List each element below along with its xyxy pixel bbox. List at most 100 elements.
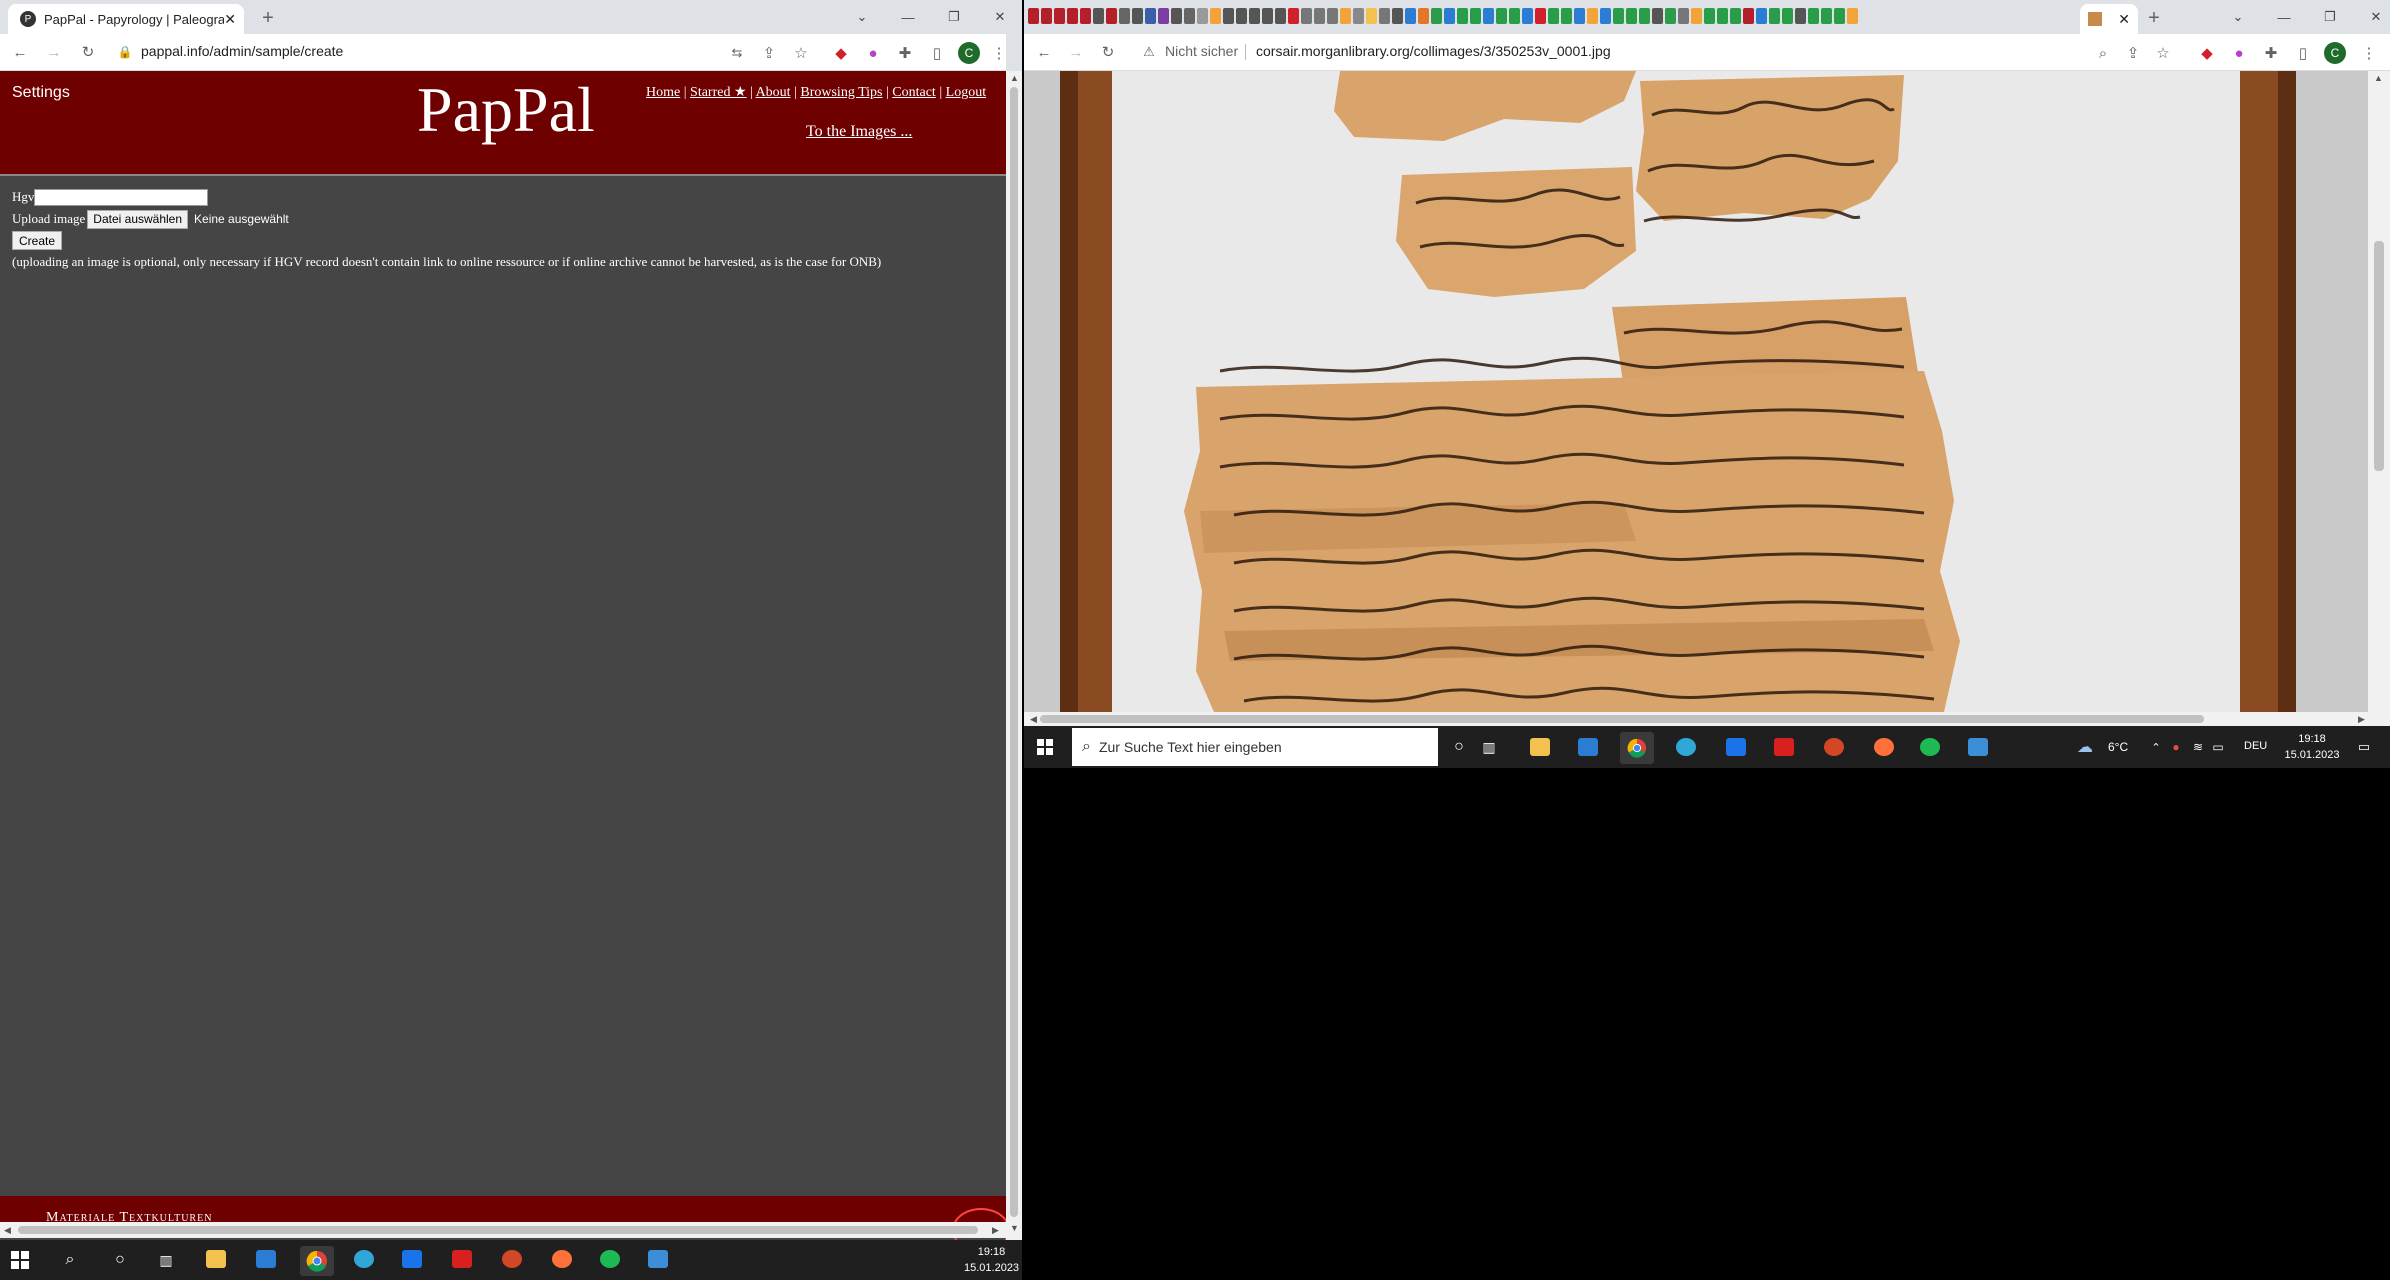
extensions-puzzle-icon[interactable]: ✚ bbox=[894, 42, 916, 64]
battery-icon[interactable]: ▭ bbox=[2210, 738, 2226, 756]
tab-favicon[interactable] bbox=[1444, 8, 1455, 24]
tab-favicon[interactable] bbox=[1093, 8, 1104, 24]
tab-favicon[interactable] bbox=[1821, 8, 1832, 24]
tab-favicon[interactable] bbox=[1054, 8, 1065, 24]
security-status[interactable]: Nicht sicher bbox=[1165, 43, 1238, 59]
tab-close-icon[interactable]: ✕ bbox=[224, 11, 236, 28]
nav-browsing-tips[interactable]: Browsing Tips bbox=[800, 85, 882, 100]
settings-link[interactable]: Settings bbox=[12, 84, 70, 102]
scroll-right-arrow[interactable]: ▶ bbox=[2358, 714, 2365, 725]
mail-icon[interactable] bbox=[402, 1250, 422, 1268]
tab-favicon[interactable] bbox=[1418, 8, 1429, 24]
nav-about[interactable]: About bbox=[756, 85, 791, 100]
tab-favicon[interactable] bbox=[1327, 8, 1338, 24]
tab-favicon[interactable] bbox=[1561, 8, 1572, 24]
tab-favicon[interactable] bbox=[1080, 8, 1091, 24]
share-icon[interactable]: ⇪ bbox=[758, 42, 780, 64]
tab-pappal[interactable]: P PapPal - Papyrology | Paleography ✕ bbox=[8, 4, 244, 34]
restore-icon[interactable]: ❐ bbox=[942, 6, 966, 28]
onedrive-icon[interactable]: ● bbox=[2168, 738, 2184, 756]
scroll-thumb[interactable] bbox=[1010, 87, 1018, 1217]
menu-icon[interactable]: ⋮ bbox=[2358, 42, 2380, 64]
tab-favicon[interactable] bbox=[1106, 8, 1117, 24]
tab-favicon[interactable] bbox=[1626, 8, 1637, 24]
tab-favicon[interactable] bbox=[1691, 8, 1702, 24]
powerpoint-icon[interactable] bbox=[502, 1250, 522, 1268]
tab-favicon[interactable] bbox=[1314, 8, 1325, 24]
acrobat-icon[interactable] bbox=[452, 1250, 472, 1268]
back-icon[interactable]: ← bbox=[8, 40, 32, 64]
cortana-icon[interactable]: ○ bbox=[108, 1250, 132, 1270]
tab-search-icon[interactable]: ⌄ bbox=[2226, 6, 2250, 28]
tab-favicon[interactable] bbox=[1847, 8, 1858, 24]
choose-file-button[interactable]: Datei auswählen bbox=[87, 209, 189, 229]
horizontal-scrollbar[interactable]: ◀ ▶ bbox=[0, 1222, 1006, 1238]
tab-search-icon[interactable]: ⌄ bbox=[850, 6, 874, 28]
address-bar[interactable]: pappal.info/admin/sample/create bbox=[141, 43, 343, 59]
spotify-icon[interactable] bbox=[600, 1250, 620, 1268]
tab-favicon[interactable] bbox=[1067, 8, 1078, 24]
scroll-thumb[interactable] bbox=[2374, 241, 2384, 471]
tab-favicon[interactable] bbox=[1795, 8, 1806, 24]
right-vertical-scrollbar[interactable]: ▲ bbox=[2368, 71, 2390, 712]
side-panel-icon[interactable]: ▯ bbox=[2292, 42, 2314, 64]
forward-icon[interactable]: → bbox=[42, 40, 66, 64]
tab-favicon[interactable] bbox=[1158, 8, 1169, 24]
tab-favicon[interactable] bbox=[1522, 8, 1533, 24]
tab-favicon[interactable] bbox=[1678, 8, 1689, 24]
pappal-logo[interactable]: PapPal bbox=[417, 73, 595, 147]
tab-favicon[interactable] bbox=[1457, 8, 1468, 24]
weather-temperature[interactable]: 6°C bbox=[2108, 740, 2128, 754]
tab-favicon[interactable] bbox=[1743, 8, 1754, 24]
profile-avatar[interactable]: C bbox=[958, 42, 980, 64]
scroll-left-arrow[interactable]: ◀ bbox=[1030, 714, 1037, 725]
tab-favicon[interactable] bbox=[1782, 8, 1793, 24]
scroll-right-arrow[interactable]: ▶ bbox=[992, 1225, 999, 1236]
zoom-icon[interactable]: ⌕ bbox=[2092, 42, 2114, 64]
tab-favicon[interactable] bbox=[1379, 8, 1390, 24]
tab-favicon[interactable] bbox=[1470, 8, 1481, 24]
tab-favicon[interactable] bbox=[1704, 8, 1715, 24]
close-window-icon[interactable]: ✕ bbox=[988, 6, 1006, 28]
store-icon[interactable] bbox=[256, 1250, 276, 1268]
extension-red-icon[interactable]: ◆ bbox=[2196, 42, 2218, 64]
minimize-icon[interactable]: — bbox=[896, 6, 920, 28]
nav-logout[interactable]: Logout bbox=[946, 85, 986, 100]
new-tab-button[interactable]: + bbox=[256, 6, 280, 30]
powerpoint-icon[interactable] bbox=[1824, 738, 1844, 756]
firefox-icon[interactable] bbox=[1874, 738, 1894, 756]
tab-favicon[interactable] bbox=[1639, 8, 1650, 24]
tab-favicon[interactable] bbox=[1262, 8, 1273, 24]
reload-icon[interactable]: ↻ bbox=[1096, 40, 1120, 64]
weather-cloud-icon[interactable]: ☁ bbox=[2074, 738, 2096, 756]
address-bar[interactable]: corsair.morganlibrary.org/collimages/3/3… bbox=[1256, 43, 1611, 59]
tab-favicon[interactable] bbox=[1509, 8, 1520, 24]
tab-favicon[interactable] bbox=[1613, 8, 1624, 24]
tab-favicon[interactable] bbox=[1652, 8, 1663, 24]
chrome-icon[interactable] bbox=[300, 1246, 334, 1276]
tab-favicon[interactable] bbox=[1184, 8, 1195, 24]
cortana-icon[interactable]: ○ bbox=[1448, 736, 1470, 758]
scroll-thumb[interactable] bbox=[1040, 715, 2204, 723]
new-tab-button[interactable]: + bbox=[2142, 6, 2166, 30]
spotify-icon[interactable] bbox=[1920, 738, 1940, 756]
tab-favicon[interactable] bbox=[1574, 8, 1585, 24]
tab-favicon[interactable] bbox=[1717, 8, 1728, 24]
search-icon[interactable]: ⌕ bbox=[58, 1250, 82, 1270]
tab-favicon[interactable] bbox=[1353, 8, 1364, 24]
share-icon[interactable]: ⇪ bbox=[2122, 42, 2144, 64]
tab-favicon[interactable] bbox=[1587, 8, 1598, 24]
tab-favicon[interactable] bbox=[1366, 8, 1377, 24]
task-view-icon[interactable]: ▥ bbox=[1478, 736, 1500, 758]
tab-favicon[interactable] bbox=[1236, 8, 1247, 24]
tab-favicon[interactable] bbox=[1301, 8, 1312, 24]
tab-favicon[interactable] bbox=[1730, 8, 1741, 24]
tab-favicon[interactable] bbox=[1028, 8, 1039, 24]
tab-favicon[interactable] bbox=[1808, 8, 1819, 24]
scroll-thumb[interactable] bbox=[18, 1226, 978, 1234]
extensions-puzzle-icon[interactable]: ✚ bbox=[2260, 42, 2282, 64]
scroll-up-arrow[interactable]: ▲ bbox=[1010, 73, 1019, 83]
tab-favicon[interactable] bbox=[1288, 8, 1299, 24]
scroll-left-arrow[interactable]: ◀ bbox=[4, 1225, 11, 1236]
scroll-down-arrow[interactable]: ▼ bbox=[1010, 1223, 1019, 1233]
